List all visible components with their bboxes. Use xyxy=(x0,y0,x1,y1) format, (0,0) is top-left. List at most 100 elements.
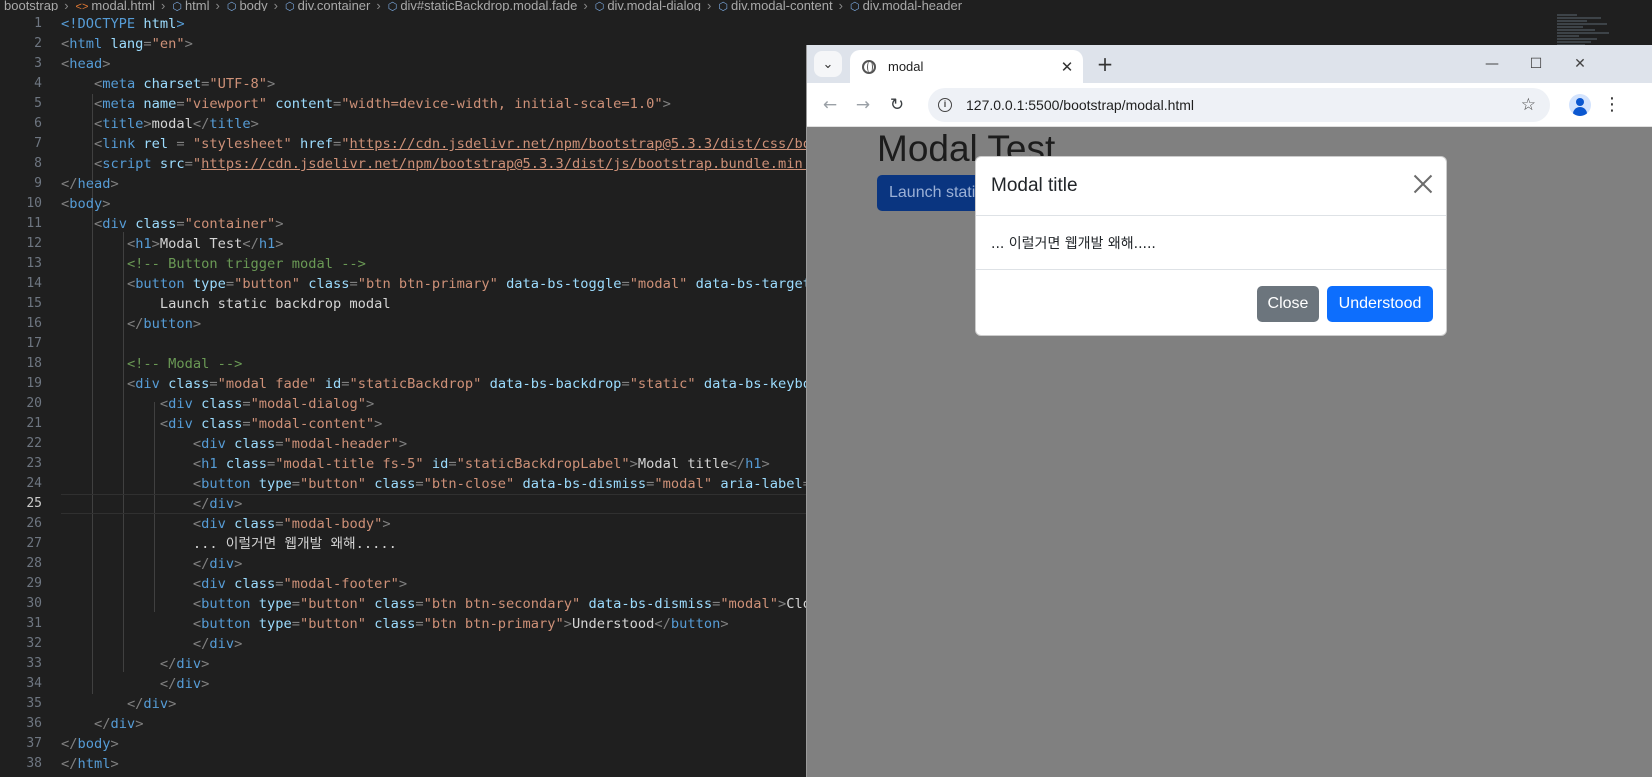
code-line[interactable]: </head> xyxy=(61,174,806,194)
code-line[interactable]: <button type="button" class="btn btn-sec… xyxy=(61,594,806,614)
code-line[interactable]: </div> xyxy=(61,634,806,654)
reload-icon[interactable]: ↻ xyxy=(886,94,908,116)
understood-button[interactable]: Understood xyxy=(1327,286,1433,322)
browser-tab[interactable]: modal ✕ xyxy=(850,50,1083,83)
code-line[interactable]: <div class="modal-header"> xyxy=(61,434,806,454)
code-token: > xyxy=(151,236,160,252)
code-token: div xyxy=(201,516,235,532)
code-token: = xyxy=(242,416,251,432)
code-token: < xyxy=(61,36,70,52)
code-line[interactable]: <div class="modal-footer"> xyxy=(61,574,806,594)
close-window-icon[interactable]: ✕ xyxy=(1569,53,1591,75)
close-button[interactable]: Close xyxy=(1257,286,1319,322)
code-line[interactable]: <body> xyxy=(61,194,806,214)
code-line[interactable]: <meta charset="UTF-8"> xyxy=(61,74,806,94)
code-line[interactable]: <head> xyxy=(61,54,806,74)
code-line[interactable]: <button type="button" class="btn btn-pri… xyxy=(61,614,806,634)
breadcrumb-item-modal-header[interactable]: ⬡ div.modal-header xyxy=(850,0,962,11)
code-line[interactable]: <h1>Modal Test</h1> xyxy=(61,234,806,254)
code-line[interactable]: <button type="button" class="btn-close" … xyxy=(61,474,806,494)
element-icon: ⬡ xyxy=(285,1,295,12)
code-editor[interactable]: 1 2 3 4 5 6 7 8 9 10 11 12 13 14 15 16 17 18 19 20 21 22 23 24 2… xyxy=(0,14,806,777)
code-line[interactable]: <script src="https://cdn.jsdelivr.net/np… xyxy=(61,154,806,174)
breadcrumb-item-html[interactable]: ⬡ html xyxy=(172,0,209,11)
profile-avatar-icon[interactable] xyxy=(1569,94,1591,116)
code-line[interactable]: <!-- Button trigger modal --> xyxy=(61,254,806,274)
bookmark-star-icon[interactable]: ☆ xyxy=(1521,95,1536,115)
code-line[interactable]: <html lang="en"> xyxy=(61,34,806,54)
code-line[interactable]: <link rel = "stylesheet" href="https://c… xyxy=(61,134,806,154)
code-line[interactable]: </div> xyxy=(61,554,806,574)
breadcrumb-label: div.container xyxy=(297,0,371,11)
code-line[interactable] xyxy=(61,334,806,354)
maximize-icon[interactable]: ☐ xyxy=(1525,53,1547,75)
code-line[interactable]: <title>modal</title> xyxy=(61,114,806,134)
code-token: = xyxy=(275,436,284,452)
code-token: " xyxy=(192,156,202,172)
breadcrumb-item-folder[interactable]: bootstrap xyxy=(4,0,58,11)
code-token: = xyxy=(143,36,152,52)
code-line[interactable]: <!-- Modal --> xyxy=(61,354,806,374)
modal-header: Modal title xyxy=(976,157,1446,216)
breadcrumb-item-container[interactable]: ⬡ div.container xyxy=(285,0,370,11)
code-line[interactable]: <div class="modal-content"> xyxy=(61,414,806,434)
modal-close-icon[interactable] xyxy=(1412,173,1434,195)
code-token: = xyxy=(184,156,193,172)
code-token: </ xyxy=(159,656,177,672)
code-line[interactable]: <div class="container"> xyxy=(61,214,806,234)
code-token: = xyxy=(332,96,342,112)
code-token: data-bs-target xyxy=(695,276,806,292)
code-token: class xyxy=(135,216,177,232)
new-tab-button[interactable]: + xyxy=(1094,54,1116,76)
code-line[interactable]: <h1 class="modal-title fs-5" id="staticB… xyxy=(61,454,806,474)
code-token: div xyxy=(176,676,202,692)
code-line[interactable]: </div> xyxy=(61,494,806,514)
code-line[interactable]: <!DOCTYPE html> xyxy=(61,14,806,34)
code-lines[interactable]: <!DOCTYPE html> <html lang="en"> <head> <m… xyxy=(61,14,806,774)
code-token: > xyxy=(662,96,671,112)
code-line[interactable]: </html> xyxy=(61,754,806,774)
code-line[interactable]: </div> xyxy=(61,674,806,694)
code-line[interactable]: <div class="modal-body"> xyxy=(61,514,806,534)
breadcrumb-item-modal[interactable]: ⬡ div#staticBackdrop.modal.fade xyxy=(388,0,578,11)
code-line[interactable]: <div class="modal fade" id="staticBackdr… xyxy=(61,374,806,394)
code-token: "btn btn-primary" xyxy=(357,276,507,292)
code-line[interactable]: </body> xyxy=(61,734,806,754)
breadcrumb-item-body[interactable]: ⬡ body xyxy=(227,0,268,11)
minimize-icon[interactable]: — xyxy=(1481,53,1503,75)
element-icon: ⬡ xyxy=(172,1,182,12)
code-token: > xyxy=(275,216,284,232)
more-menu-icon[interactable]: ⋮ xyxy=(1603,94,1621,116)
tab-search-button[interactable]: ⌄ xyxy=(814,51,842,77)
breadcrumb-item-modal-content[interactable]: ⬡ div.modal-content xyxy=(718,0,832,11)
code-line[interactable]: <meta name="viewport" content="width=dev… xyxy=(61,94,806,114)
code-token: </ xyxy=(61,176,78,192)
address-bar[interactable]: i 127.0.0.1:5500/bootstrap/modal.html ☆ xyxy=(928,88,1550,122)
code-line[interactable]: </div> xyxy=(61,654,806,674)
code-line[interactable]: <button type="button" class="btn btn-pri… xyxy=(61,274,806,294)
breadcrumb-item-file[interactable]: <> modal.html xyxy=(76,0,155,11)
code-token: "modal-body" xyxy=(283,516,383,532)
code-line[interactable]: ... 이럴거면 웹개발 왜해..... xyxy=(61,534,806,554)
code-token: > xyxy=(110,736,119,752)
url-text[interactable]: 127.0.0.1:5500/bootstrap/modal.html xyxy=(966,97,1521,113)
element-icon: ⬡ xyxy=(718,1,728,12)
code-line[interactable]: Launch static backdrop modal xyxy=(61,294,806,314)
forward-arrow-icon[interactable]: → xyxy=(852,94,874,116)
site-info-icon[interactable]: i xyxy=(938,98,952,112)
line-number: 24 xyxy=(26,476,42,491)
close-tab-icon[interactable]: ✕ xyxy=(1057,58,1077,76)
code-line[interactable]: </button> xyxy=(61,314,806,334)
code-line[interactable]: </div> xyxy=(61,694,806,714)
code-line[interactable]: </div> xyxy=(61,714,806,734)
code-token: </ xyxy=(159,676,177,692)
back-arrow-icon[interactable]: ← xyxy=(819,94,841,116)
code-line[interactable]: <div class="modal-dialog"> xyxy=(61,394,806,414)
breadcrumb-item-modal-dialog[interactable]: ⬡ div.modal-dialog xyxy=(595,0,701,11)
line-number: 12 xyxy=(26,236,42,251)
